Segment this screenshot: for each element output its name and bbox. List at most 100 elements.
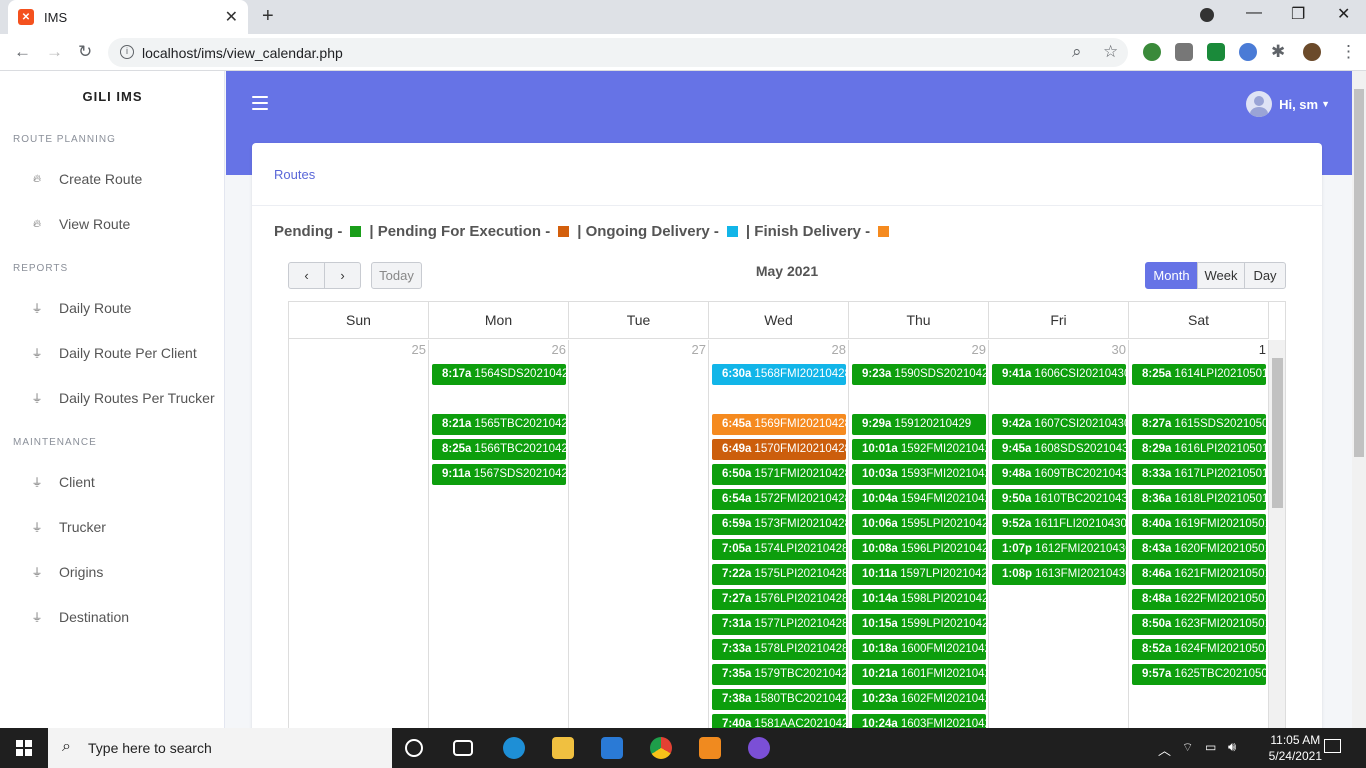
- profile-menu-icon[interactable]: [1200, 8, 1214, 22]
- calendar-event[interactable]: 8:25a 1566TBC2021042: [432, 439, 566, 460]
- calendar-event[interactable]: 10:04a 1594FMI2021042: [852, 489, 986, 510]
- calendar-event[interactable]: 7:33a 1578LPI20210428: [712, 639, 846, 660]
- sidebar-item-daily-routes-per-trucker[interactable]: ⏚ Daily Routes Per Trucker: [30, 390, 215, 406]
- calendar-event[interactable]: 10:15a 1599LPI2021042: [852, 614, 986, 635]
- calendar-event[interactable]: 1:08p 1613FMI20210430: [992, 564, 1126, 585]
- day-cell[interactable]: 30 9:41a 1606CSI20210430 9:42a 1607CSI202104…: [989, 340, 1129, 732]
- calendar-event[interactable]: 8:25a 1614LPI20210501: [1132, 364, 1266, 385]
- day-number[interactable]: 28: [832, 342, 846, 357]
- view-day-button[interactable]: Day: [1244, 262, 1286, 289]
- calendar-event[interactable]: 8:52a 1624FMI20210501: [1132, 639, 1266, 660]
- day-number[interactable]: 27: [692, 342, 706, 357]
- calendar-event[interactable]: 10:06a 1595LPI2021042: [852, 514, 986, 535]
- calendar-event[interactable]: 10:18a 1600FMI2021042: [852, 639, 986, 660]
- calendar-event[interactable]: 7:27a 1576LPI20210428: [712, 589, 846, 610]
- battery-icon[interactable]: ▭: [1205, 740, 1216, 754]
- day-cell[interactable]: 25: [289, 340, 429, 732]
- day-cell[interactable]: 27: [569, 340, 709, 732]
- day-cell[interactable]: 26 8:17a 1564SDS2021042 8:21a 1565TBC2021042…: [429, 340, 569, 732]
- calendar-event[interactable]: 8:50a 1623FMI20210501: [1132, 614, 1266, 635]
- calendar-event[interactable]: 9:41a 1606CSI20210430: [992, 364, 1126, 385]
- sidebar-item-client[interactable]: ⏚ Client: [30, 474, 95, 490]
- calendar-event[interactable]: 6:45a 1569FMI20210428: [712, 414, 846, 435]
- calendar-event[interactable]: 7:35a 1579TBC2021042: [712, 664, 846, 685]
- calendar-event[interactable]: 9:29a 159120210429: [852, 414, 986, 435]
- tab-close-icon[interactable]: ✕: [225, 7, 238, 27]
- day-number[interactable]: 1: [1259, 342, 1266, 357]
- calendar-event[interactable]: 8:46a 1621FMI20210501: [1132, 564, 1266, 585]
- extensions-puzzle-icon[interactable]: ✱: [1271, 42, 1285, 62]
- calendar-event[interactable]: 8:27a 1615SDS2021050: [1132, 414, 1266, 435]
- calendar-event[interactable]: 8:17a 1564SDS2021042: [432, 364, 566, 385]
- vscode-icon[interactable]: [601, 737, 623, 759]
- day-number[interactable]: 25: [412, 342, 426, 357]
- extension-camera-icon[interactable]: [1175, 43, 1193, 61]
- calendar-event[interactable]: 6:59a 1573FMI20210428: [712, 514, 846, 535]
- calendar-event[interactable]: 8:21a 1565TBC2021042: [432, 414, 566, 435]
- calendar-event[interactable]: 9:48a 1609TBC2021043: [992, 464, 1126, 485]
- calendar-event[interactable]: 7:38a 1580TBC2021042: [712, 689, 846, 710]
- sidebar-item-daily-route-per-client[interactable]: ⏚ Daily Route Per Client: [30, 345, 197, 361]
- calendar-event[interactable]: 7:31a 1577LPI20210428: [712, 614, 846, 635]
- tray-chevron-icon[interactable]: ︿: [1158, 740, 1171, 759]
- maximize-icon[interactable]: ❐: [1291, 4, 1305, 24]
- sublime-icon[interactable]: [699, 737, 721, 759]
- notifications-icon[interactable]: [1324, 739, 1341, 753]
- calendar-scrollbar[interactable]: [1269, 340, 1285, 732]
- calendar-event[interactable]: 8:40a 1619FMI20210501: [1132, 514, 1266, 535]
- calendar-event[interactable]: 10:23a 1602FMI2021042: [852, 689, 986, 710]
- view-week-button[interactable]: Week: [1197, 262, 1245, 289]
- calendar-event[interactable]: 9:50a 1610TBC2021043: [992, 489, 1126, 510]
- cortana-icon[interactable]: [405, 739, 423, 757]
- day-number[interactable]: 29: [972, 342, 986, 357]
- day-cell[interactable]: 28 6:30a 1568FMI20210428 6:45a 1569FMI202104…: [709, 340, 849, 732]
- file-explorer-icon[interactable]: [552, 737, 574, 759]
- calendar-event[interactable]: 6:49a 1570FMI20210428: [712, 439, 846, 460]
- reload-icon[interactable]: ↻: [78, 42, 92, 62]
- url-field[interactable]: i localhost/ims/view_calendar.php: [108, 38, 1128, 67]
- sidebar-item-trucker[interactable]: ⏚ Trucker: [30, 519, 106, 535]
- calendar-scroll-thumb[interactable]: [1272, 358, 1283, 508]
- network-icon[interactable]: ⌔: [1182, 740, 1193, 755]
- edge-icon[interactable]: [503, 737, 525, 759]
- extension-compass-icon[interactable]: [1239, 43, 1257, 61]
- calendar-event[interactable]: 10:01a 1592FMI2021042: [852, 439, 986, 460]
- minimize-icon[interactable]: —: [1246, 4, 1262, 22]
- clock[interactable]: 11:05 AM 5/24/2021: [1269, 732, 1322, 764]
- page-scroll-thumb[interactable]: [1354, 89, 1364, 457]
- back-icon[interactable]: ←: [14, 42, 31, 62]
- site-info-icon[interactable]: i: [120, 45, 134, 59]
- viber-icon[interactable]: [748, 737, 770, 759]
- browser-menu-icon[interactable]: ⋮: [1340, 42, 1357, 62]
- calendar-event[interactable]: 8:48a 1622FMI20210501: [1132, 589, 1266, 610]
- extension-globe-icon[interactable]: [1143, 43, 1161, 61]
- calendar-event[interactable]: 9:57a 1625TBC2021050: [1132, 664, 1266, 685]
- user-menu[interactable]: Hi, sm ▼: [1246, 91, 1330, 117]
- calendar-event[interactable]: 6:50a 1571FMI20210428: [712, 464, 846, 485]
- sidebar-item-daily-route[interactable]: ⏚ Daily Route: [30, 300, 132, 316]
- day-number[interactable]: 26: [552, 342, 566, 357]
- day-cell[interactable]: 29 9:23a 1590SDS2021042 9:29a 159120210429 10…: [849, 340, 989, 732]
- calendar-event[interactable]: 9:42a 1607CSI20210430: [992, 414, 1126, 435]
- calendar-event[interactable]: 9:52a 1611FLI20210430: [992, 514, 1126, 535]
- sidebar-item-origins[interactable]: ⏚ Origins: [30, 564, 104, 580]
- new-tab-button[interactable]: +: [262, 5, 274, 28]
- calendar-event[interactable]: 1:07p 1612FMI20210430: [992, 539, 1126, 560]
- calendar-event[interactable]: 6:54a 1572FMI20210428: [712, 489, 846, 510]
- menu-toggle-icon[interactable]: [252, 96, 268, 114]
- chrome-icon[interactable]: [650, 737, 672, 759]
- profile-avatar-icon[interactable]: [1303, 43, 1321, 61]
- extension-shield-icon[interactable]: [1207, 43, 1225, 61]
- calendar-event[interactable]: 8:43a 1620FMI20210501: [1132, 539, 1266, 560]
- zoom-icon[interactable]: ⌕: [1072, 42, 1082, 62]
- calendar-event[interactable]: 8:36a 1618LPI20210501: [1132, 489, 1266, 510]
- taskbar-search[interactable]: ⌕ Type here to search: [48, 728, 392, 768]
- calendar-event[interactable]: 8:33a 1617LPI20210501: [1132, 464, 1266, 485]
- calendar-event[interactable]: 10:08a 1596LPI2021042: [852, 539, 986, 560]
- forward-icon[interactable]: →: [46, 42, 63, 62]
- calendar-event[interactable]: 10:11a 1597LPI2021042: [852, 564, 986, 585]
- sidebar-item-destination[interactable]: ⏚ Destination: [30, 609, 130, 625]
- calendar-event[interactable]: 10:14a 1598LPI2021042: [852, 589, 986, 610]
- day-cell[interactable]: 1 8:25a 1614LPI20210501 8:27a 1615SDS2021050…: [1129, 340, 1269, 732]
- view-month-button[interactable]: Month: [1145, 262, 1198, 289]
